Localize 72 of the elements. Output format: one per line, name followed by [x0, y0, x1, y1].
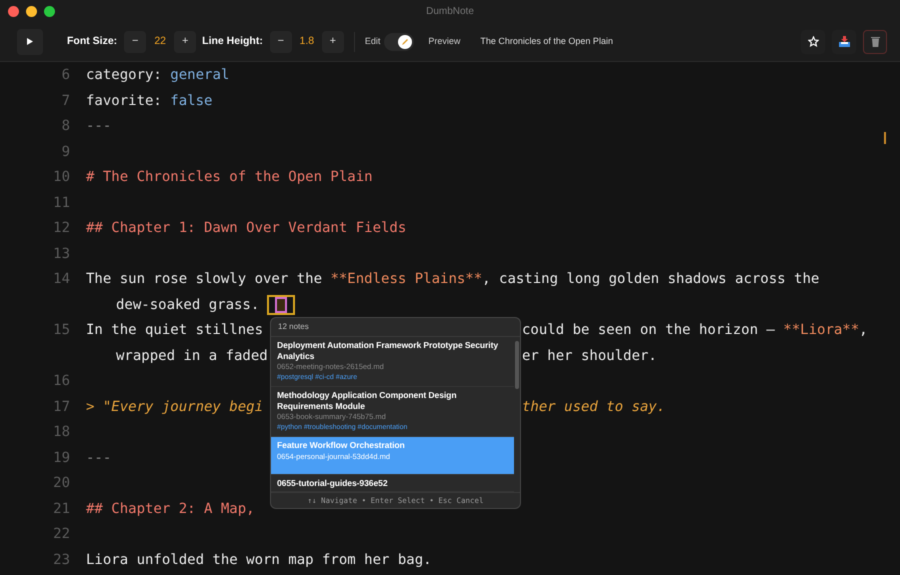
- line-number: 10: [52, 168, 70, 187]
- line-number: 17: [52, 398, 70, 416]
- code-text: could be seen on the horizon —: [522, 321, 776, 340]
- code-text: ---: [86, 448, 112, 468]
- code-text: > "Every journey begi: [86, 398, 264, 416]
- line-number: 13: [52, 244, 70, 264]
- code-text: In the quiet stillnes: [86, 321, 264, 340]
- code-text: **Liora**: [783, 321, 860, 340]
- delete-button[interactable]: [863, 30, 887, 54]
- window-title: DumbNote: [426, 4, 474, 18]
- code-text: , casting long golden shadows across the: [482, 270, 820, 289]
- note-suggestion[interactable]: 0655-tutorial-guides-936e52: [271, 474, 514, 492]
- note-title: Methodology Application Component Design Requirements Module: [277, 390, 458, 411]
- line-number: 16: [52, 372, 70, 391]
- note-title: Deployment Automation Framework Prototype Security Analytics: [277, 340, 500, 361]
- code-text: dew-soaked grass.: [116, 296, 260, 314]
- note-title: 0655-tutorial-guides-936e52: [277, 478, 388, 488]
- save-button[interactable]: [832, 30, 856, 54]
- line-number: 12: [52, 219, 70, 238]
- line-number: 20: [52, 474, 70, 493]
- decrease-button[interactable]: −: [124, 30, 146, 52]
- code-text: wrapped in a faded: [116, 346, 268, 366]
- increase-button[interactable]: +: [322, 30, 344, 52]
- play-icon: [27, 38, 33, 45]
- line-number: 18: [52, 423, 70, 442]
- increase-button[interactable]: +: [174, 30, 196, 52]
- edit-toggle[interactable]: [384, 32, 414, 50]
- heading-text: ## Chapter 1: Dawn Over Verdant Fields: [86, 219, 406, 238]
- code-text: favorite:: [86, 92, 163, 110]
- code-text: general: [170, 66, 230, 85]
- heading-text: # The Chronicles of the Open Plain: [86, 168, 373, 187]
- code-text: ---: [86, 117, 112, 136]
- play-button[interactable]: [17, 28, 43, 54]
- line-number: 9: [60, 142, 70, 162]
- line-number: 6: [60, 66, 70, 85]
- line-number: 21: [52, 500, 70, 518]
- line-height-value: 1.8: [298, 34, 316, 49]
- trash-icon: [870, 36, 880, 47]
- note-title: The Chronicles of the Open Plain: [480, 34, 613, 48]
- inbox-tray-icon: [838, 36, 850, 48]
- line-height-label: Line Height:: [202, 34, 263, 49]
- code-text: category:: [86, 66, 163, 85]
- edit-label: Edit: [364, 34, 380, 48]
- pencil-icon: [401, 38, 410, 46]
- line-number: 19: [52, 448, 70, 468]
- code-text: er her shoulder.: [522, 346, 657, 366]
- font-size-label: Font Size:: [67, 34, 118, 49]
- font-size-value: 22: [153, 34, 168, 49]
- code-text: Liora unfolded the worn map from her bag.: [86, 550, 432, 570]
- maximize-button[interactable]: [44, 6, 55, 16]
- minimize-button[interactable]: [26, 6, 37, 16]
- notes-count: 12 notes: [271, 318, 520, 337]
- star-icon: [808, 36, 818, 47]
- line-number: 11: [52, 194, 70, 212]
- line-number: 7: [60, 92, 70, 110]
- favorite-button[interactable]: [801, 30, 825, 54]
- code-text: The sun rose slowly over the: [86, 270, 324, 289]
- note-title: Feature Workflow Orchestration: [277, 440, 406, 450]
- line-number: 22: [52, 525, 70, 544]
- code-text: ,: [859, 321, 868, 340]
- code-text: **Endless Plains**: [330, 270, 482, 289]
- heading-text: ## Chapter 2: A Map,: [86, 500, 255, 518]
- code-text: ther used to say.: [522, 398, 666, 416]
- preview-tab[interactable]: Preview: [418, 34, 470, 48]
- line-number: 15: [52, 321, 70, 340]
- scroll-marker: [884, 132, 886, 144]
- line-number: 8: [60, 117, 70, 136]
- close-button[interactable]: [8, 6, 19, 16]
- line-number: 14: [52, 270, 70, 289]
- line-number: 23: [52, 550, 70, 570]
- decrease-button[interactable]: −: [270, 30, 292, 52]
- code-text: false: [170, 92, 212, 110]
